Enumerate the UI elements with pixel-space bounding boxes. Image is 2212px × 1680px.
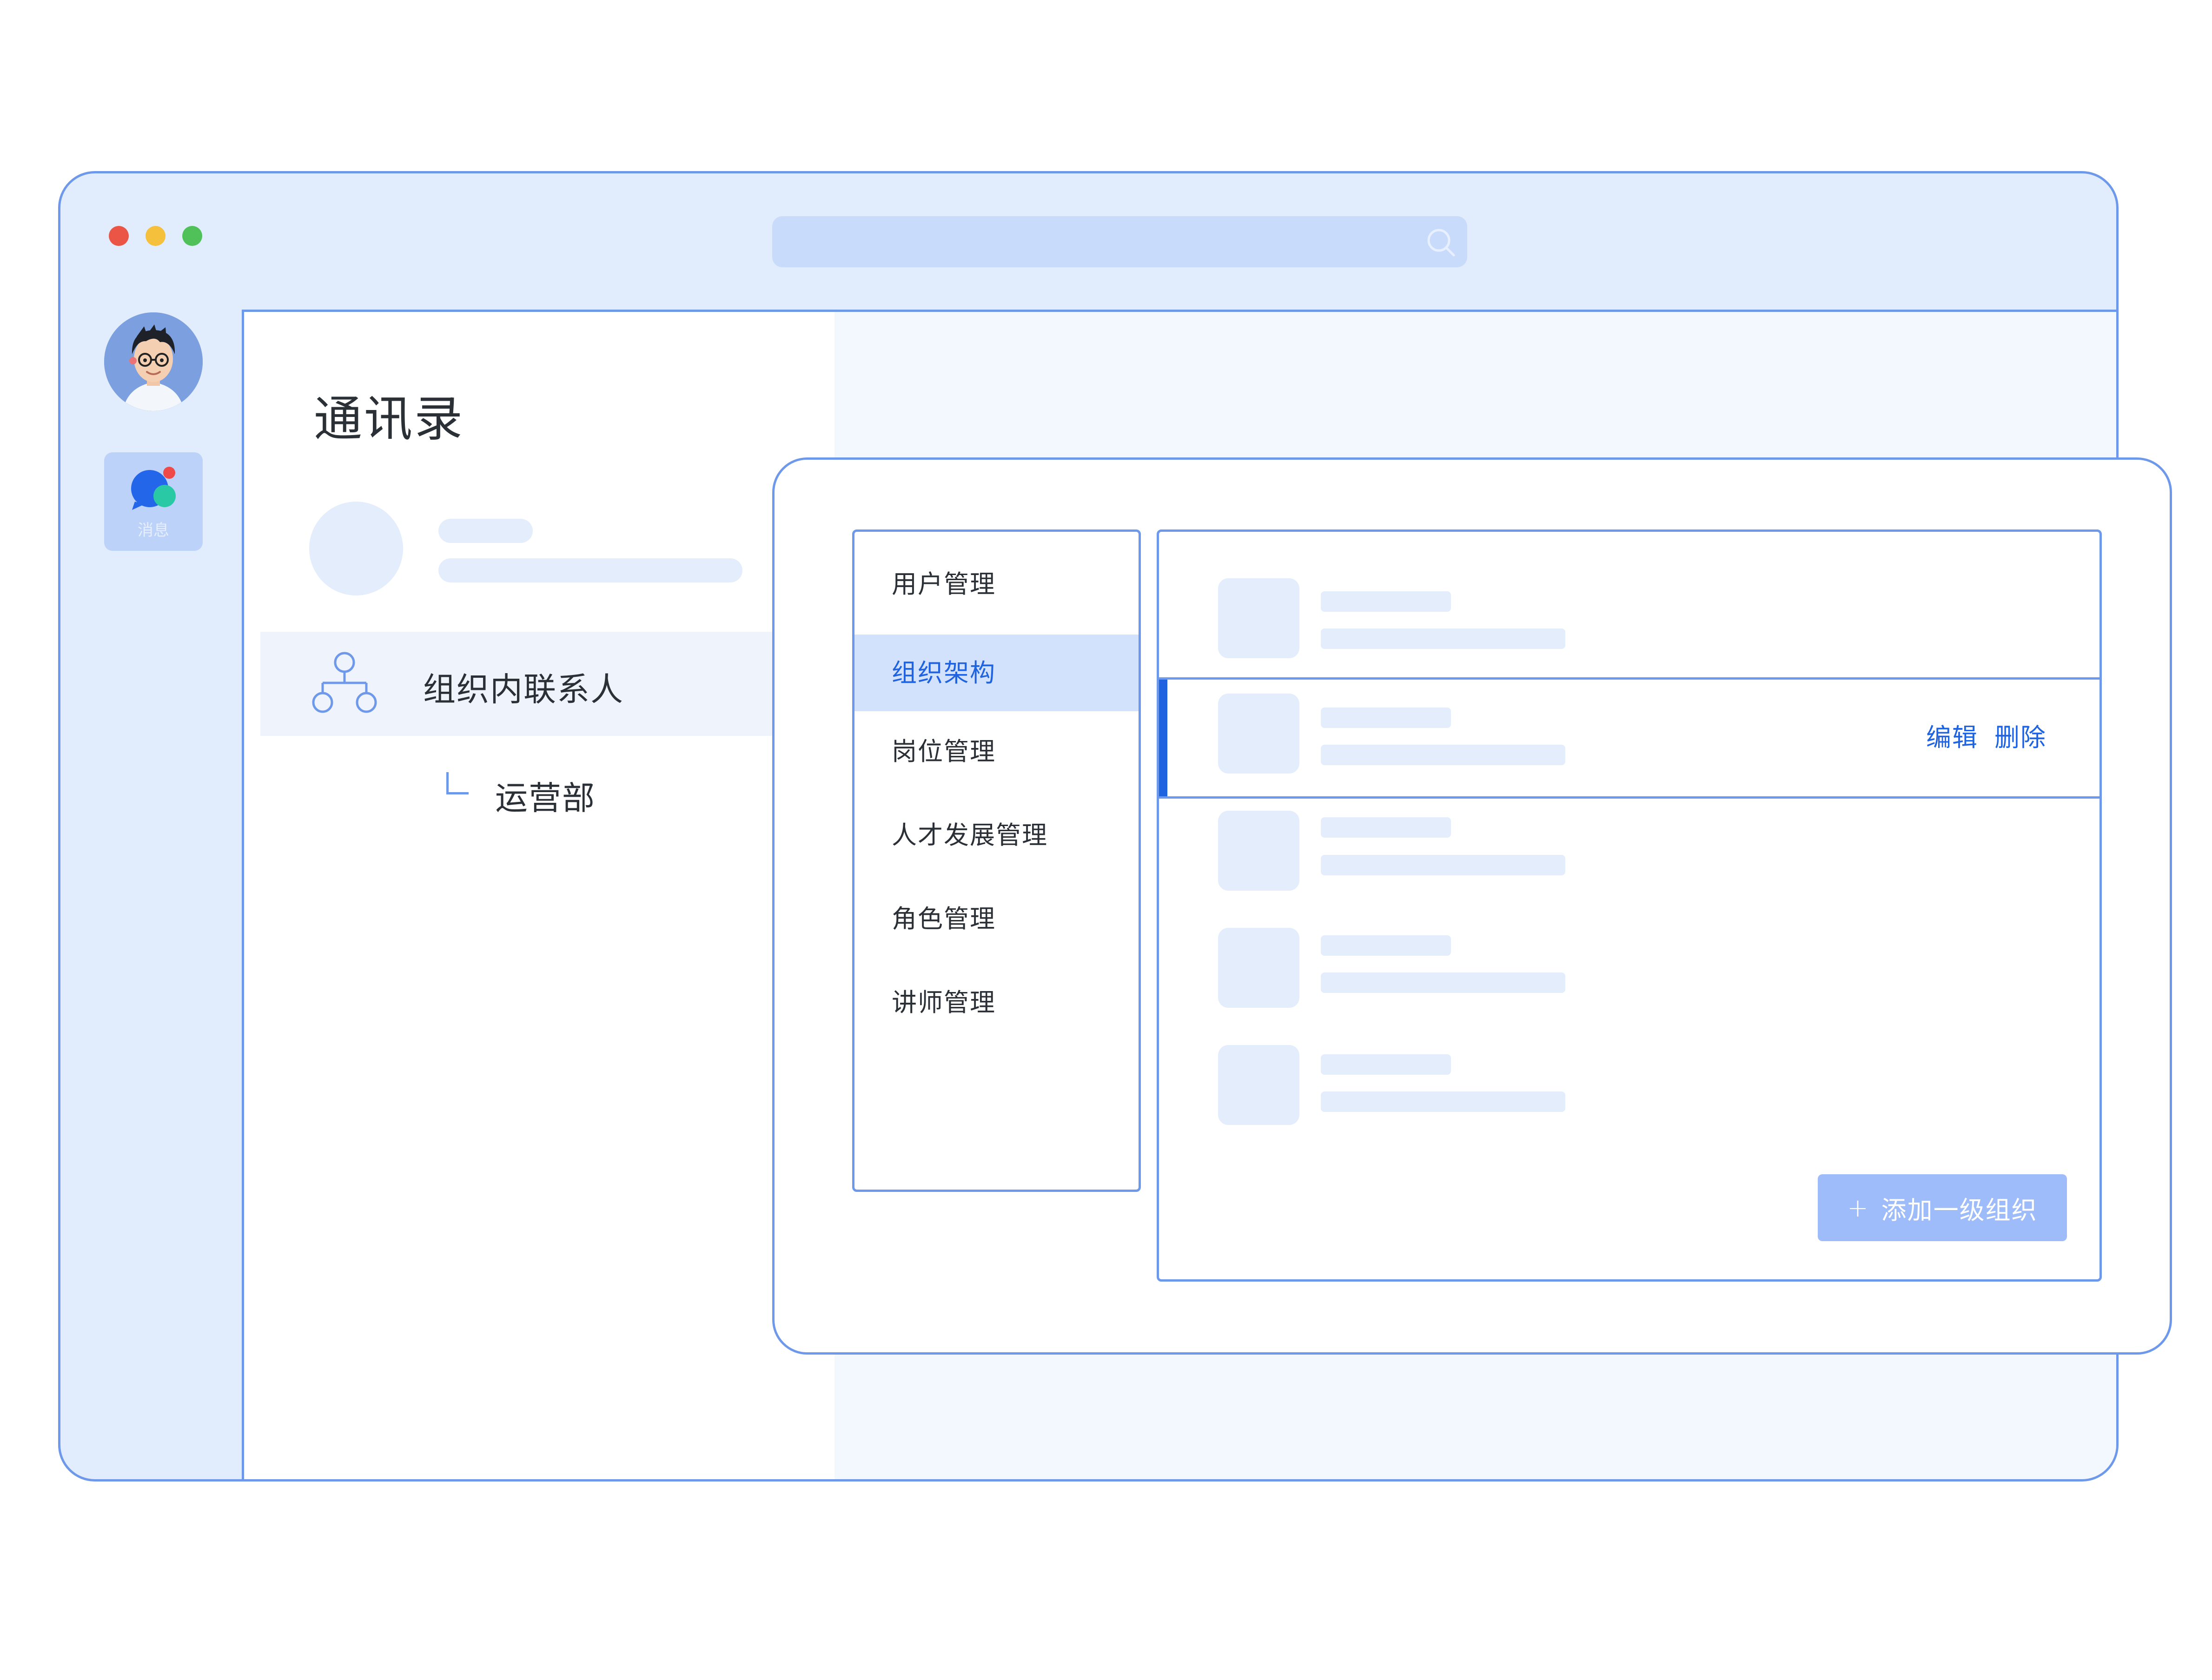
contacts-panel: 通讯录 组织内联系人 运营部 xyxy=(244,312,834,1479)
list-item-skeleton-line xyxy=(1321,628,1565,649)
list-item-thumbnail xyxy=(1218,578,1299,658)
address-bar[interactable] xyxy=(772,216,1467,267)
menu-item-org-structure[interactable]: 组织架构 xyxy=(854,635,1139,711)
list-item[interactable] xyxy=(1159,532,2099,658)
org-management-dialog: 用户管理 组织架构 岗位管理 人才发展管理 角色管理 讲师管理 编辑 删除 + … xyxy=(772,457,2172,1355)
menu-item-role-management[interactable]: 角色管理 xyxy=(854,880,1139,957)
department-item[interactable]: 运营部 xyxy=(495,772,596,819)
plus-icon: + xyxy=(1847,1193,1869,1223)
list-item[interactable] xyxy=(1159,1045,2099,1159)
list-item-skeleton-line xyxy=(1321,935,1451,956)
org-contacts-item[interactable]: 组织内联系人 xyxy=(260,632,834,736)
profile-skeleton-avatar xyxy=(309,502,403,595)
add-top-level-org-label: 添加一级组织 xyxy=(1881,1195,2038,1225)
list-item[interactable] xyxy=(1159,928,2099,1042)
page-title: 通讯录 xyxy=(314,390,465,447)
profile-skeleton-line xyxy=(438,558,742,582)
list-item-skeleton-line xyxy=(1321,1054,1451,1075)
menu-item-talent-development[interactable]: 人才发展管理 xyxy=(854,797,1139,873)
window-minimize-button[interactable] xyxy=(146,226,166,246)
list-item-thumbnail xyxy=(1218,811,1299,891)
list-item-skeleton-line xyxy=(1321,591,1451,612)
add-top-level-org-button[interactable]: + 添加一级组织 xyxy=(1818,1174,2067,1241)
tree-branch-icon xyxy=(446,772,469,794)
list-item-skeleton-line xyxy=(1321,745,1565,765)
chat-bubble-icon xyxy=(131,467,176,510)
list-item-skeleton-line xyxy=(1321,817,1451,838)
menu-item-instructor-management[interactable]: 讲师管理 xyxy=(854,964,1139,1041)
messages-tile[interactable]: 消息 xyxy=(104,452,203,551)
menu-item-position-management[interactable]: 岗位管理 xyxy=(854,713,1139,790)
profile-skeleton-line xyxy=(438,519,533,543)
delete-link[interactable]: 删除 xyxy=(1994,717,2046,754)
list-item-thumbnail xyxy=(1218,928,1299,1008)
menu-item-user-management[interactable]: 用户管理 xyxy=(854,546,1139,622)
list-item-skeleton-line xyxy=(1321,972,1565,993)
edit-link[interactable]: 编辑 xyxy=(1926,717,1978,754)
messages-label: 消息 xyxy=(138,521,169,540)
list-item-skeleton-line xyxy=(1321,855,1565,875)
search-icon[interactable] xyxy=(1425,226,1457,259)
avatar[interactable] xyxy=(104,312,203,411)
window-zoom-button[interactable] xyxy=(182,226,202,246)
list-item-skeleton-line xyxy=(1321,708,1451,728)
list-item-thumbnail xyxy=(1218,1045,1299,1125)
org-tree-icon xyxy=(311,651,377,714)
list-item[interactable] xyxy=(1159,811,2099,925)
admin-menu: 用户管理 组织架构 岗位管理 人才发展管理 角色管理 讲师管理 xyxy=(852,529,1141,1192)
org-list: 编辑 删除 + 添加一级组织 xyxy=(1157,529,2102,1282)
list-item-thumbnail xyxy=(1218,694,1299,774)
window-close-button[interactable] xyxy=(109,226,129,246)
list-item-skeleton-line xyxy=(1321,1091,1565,1112)
org-contacts-label: 组织内联系人 xyxy=(423,670,624,708)
list-item-selected[interactable]: 编辑 删除 xyxy=(1159,677,2099,799)
